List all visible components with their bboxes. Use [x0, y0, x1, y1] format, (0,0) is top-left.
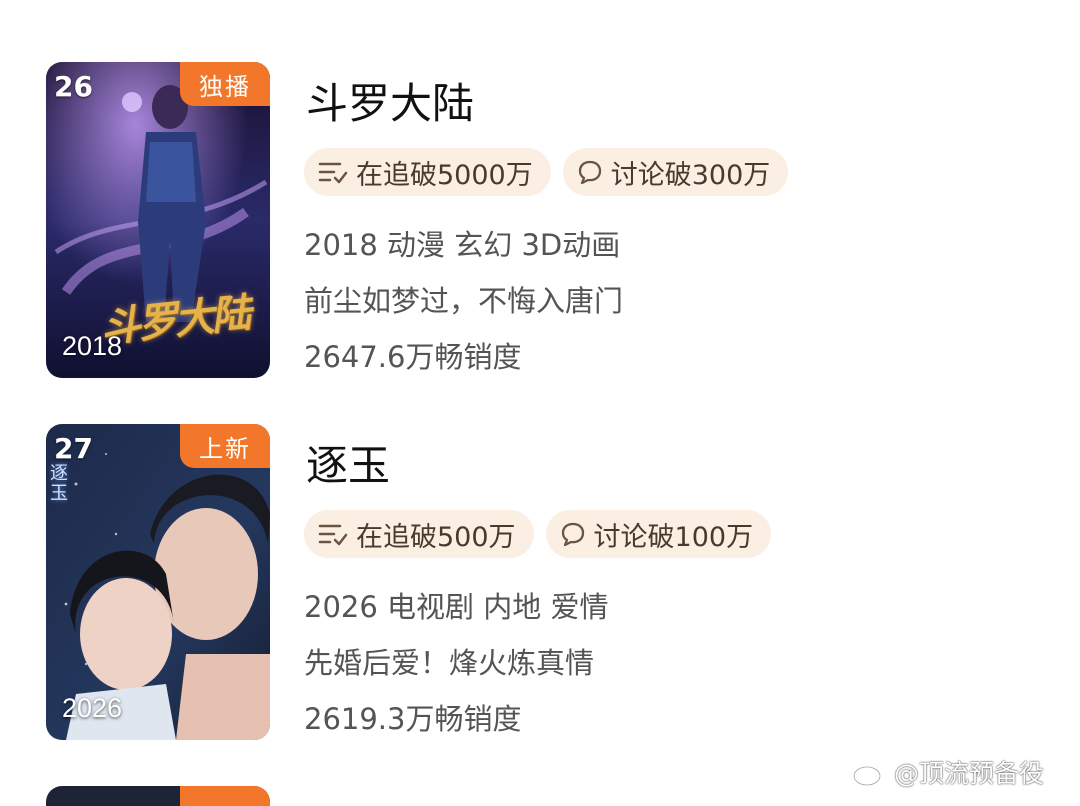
exclusive-badge: 独播 [180, 62, 270, 106]
poster-image[interactable]: 斗罗大陆 26 独播 2018 [46, 62, 270, 378]
poster-year: 2018 [62, 331, 123, 361]
sales-text: 2647.6万畅销度 [304, 340, 522, 374]
sales-text: 2619.3万畅销度 [304, 702, 522, 736]
weibo-watermark: @顶流预备役 [852, 754, 1044, 790]
new-badge: 上新 [180, 424, 270, 468]
discuss-tag[interactable]: 讨论破300万 [562, 148, 789, 196]
chat-bubble-icon [561, 522, 584, 547]
poster-year: 2026 [62, 693, 123, 723]
list-check-icon [318, 162, 348, 184]
follow-tag[interactable]: 在追破500万 [304, 510, 534, 558]
meta-text: 2018 动漫 玄幻 3D动画 [304, 228, 621, 262]
badge-partial [180, 786, 270, 806]
tagline-text: 先婚后爱！烽火炼真情 [304, 646, 595, 680]
follow-tag-label: 在追破5000万 [356, 159, 533, 191]
discuss-tag-label: 讨论破300万 [610, 159, 771, 191]
tag-row: 在追破500万 讨论破100万 [304, 510, 772, 558]
chat-bubble-icon [578, 160, 601, 185]
list-item[interactable]: 斗罗大陆 26 独播 2018 斗罗大陆 在追破5000万 讨论破300万 20… [46, 62, 1046, 378]
follow-tag[interactable]: 在追破5000万 [304, 148, 551, 196]
rank-number: 26 [54, 70, 93, 103]
meta-text: 2026 电视剧 内地 爱情 [304, 590, 609, 624]
watermark-text: @顶流预备役 [894, 759, 1045, 788]
tagline-text: 前尘如梦过，不悔入唐门 [304, 284, 624, 318]
poster-title-logo: 逐玉 [50, 463, 68, 504]
rank-number: 27 [54, 432, 93, 465]
item-title[interactable]: 斗罗大陆 [306, 70, 474, 131]
poster-image[interactable] [46, 786, 270, 806]
follow-tag-label: 在追破500万 [356, 521, 516, 553]
discuss-tag-label: 讨论破100万 [593, 521, 754, 553]
item-title[interactable]: 逐玉 [306, 432, 390, 493]
poster-image[interactable]: 逐玉 27 上新 2026 [46, 424, 270, 740]
list-check-icon [318, 524, 348, 546]
tag-row: 在追破5000万 讨论破300万 [304, 148, 789, 196]
list-item[interactable]: 逐玉 27 上新 2026 逐玉 在追破500万 讨论破100万 2026 电视… [46, 424, 1046, 740]
discuss-tag[interactable]: 讨论破100万 [545, 510, 772, 558]
weibo-logo-icon [852, 760, 886, 787]
